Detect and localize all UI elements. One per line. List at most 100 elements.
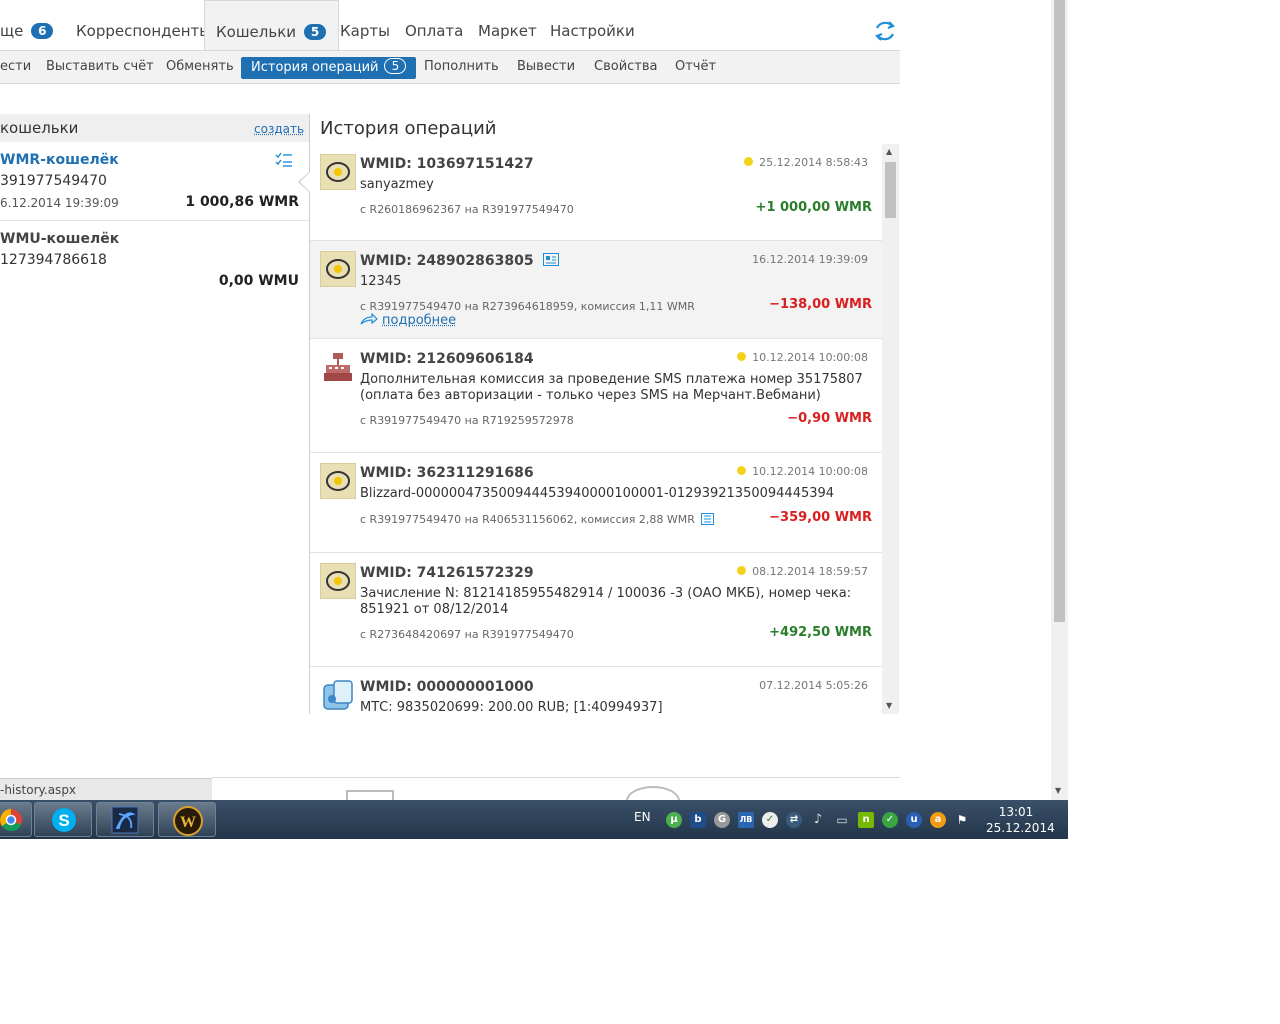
wmid: WMID: 248902863805: [360, 253, 560, 269]
g-tray-icon[interactable]: G: [714, 812, 730, 828]
subnav-exchange[interactable]: Обменять: [166, 51, 234, 83]
wallet-name: WMR-кошелёк: [0, 152, 119, 168]
check-tray-icon[interactable]: ✓: [762, 812, 778, 828]
history-item[interactable]: WMID: 248902863805 16.12.2014 19:39:09 1…: [310, 241, 882, 339]
wallet-name: WMU-кошелёк: [0, 231, 120, 247]
wallet-balance: 1 000,86 WMR: [185, 194, 299, 210]
browser-viewport: ще 6 Корреспонденты Кошельки 5 Карты Оплат…: [0, 0, 1068, 800]
display-tray-icon[interactable]: ▭: [834, 812, 850, 828]
scroll-up-arrow-icon[interactable]: ▲: [886, 147, 892, 156]
footer-divider: [212, 777, 900, 778]
tab-settings[interactable]: Настройки: [550, 0, 635, 50]
wallet-date: 6.12.2014 19:39:09: [0, 196, 119, 210]
u-tray-icon[interactable]: u: [906, 812, 922, 828]
op-route: с R391977549470 на R273964618959, комисс…: [360, 300, 695, 313]
tab-payment[interactable]: Оплата: [405, 0, 463, 50]
history-item[interactable]: WMID: 000000001000 07.12.2014 5:05:26 МТ…: [310, 667, 882, 714]
history-title: История операций: [320, 118, 497, 139]
tab-badge: 5: [304, 24, 327, 40]
tab-market[interactable]: Маркет: [478, 0, 537, 50]
op-amount: −359,00 WMR: [769, 510, 872, 525]
skype-icon: S: [52, 808, 76, 832]
op-route: с R260186962367 на R391977549470: [360, 203, 574, 216]
scroll-down-arrow-icon[interactable]: ▼: [886, 701, 892, 710]
subnav-invoice[interactable]: Выставить счёт: [46, 51, 154, 83]
create-wallet-link[interactable]: создать: [254, 122, 304, 136]
receipt-icon[interactable]: [701, 513, 715, 525]
status-dot: [737, 566, 747, 575]
warcraft-icon: W: [173, 806, 203, 836]
op-description: МТС: 9835020699: 200.00 RUB; [1:40994937…: [360, 700, 663, 714]
history-item[interactable]: WMID: 103697151427 25.12.2014 8:58:43 sa…: [310, 144, 882, 241]
subnav-history[interactable]: История операций 5: [241, 57, 417, 79]
op-amount: +1 000,00 WMR: [755, 200, 872, 215]
op-timestamp: 07.12.2014 5:05:26: [759, 679, 868, 692]
op-description: Blizzard-000000473500944453940000100001-…: [360, 486, 835, 501]
taskbar-chrome[interactable]: [0, 802, 32, 837]
history-scroll-thumb[interactable]: [885, 162, 896, 218]
svg-text:S: S: [58, 811, 69, 830]
mobile-payment-icon: [320, 677, 356, 713]
wallet-item-wmu[interactable]: WMU-кошелёк 127394786618 0,00 WMU: [0, 221, 309, 299]
taskbar-skype[interactable]: S: [34, 802, 92, 837]
wallets-header: кошельки создать: [0, 114, 309, 142]
page-scroll-thumb[interactable]: [1054, 0, 1065, 622]
subnav-badge: 5: [384, 58, 407, 74]
wmid: WMID: 741261572329: [360, 565, 534, 581]
status-dot: [737, 466, 747, 475]
history-scrollbar[interactable]: ▲ ▼: [882, 144, 899, 714]
op-timestamp: 08.12.2014 18:59:57: [737, 565, 868, 578]
history-item[interactable]: WMID: 362311291686 10.12.2014 10:00:08 B…: [310, 453, 882, 553]
tab-badge: 6: [31, 23, 54, 39]
status-dot: [737, 352, 747, 361]
subnav-withdraw[interactable]: Вывести: [517, 51, 575, 83]
contact-card-icon[interactable]: [543, 253, 560, 266]
nvidia-tray-icon[interactable]: n: [858, 812, 874, 828]
taskbar-battlenet[interactable]: [96, 802, 154, 837]
system-clock[interactable]: 13:01 25.12.2014: [986, 804, 1055, 836]
chrome-icon: [0, 809, 22, 831]
webmoney-icon: [320, 463, 356, 499]
history-item[interactable]: WMID: 741261572329 08.12.2014 18:59:57 З…: [310, 553, 882, 667]
status-bar: -history.aspx: [0, 778, 212, 800]
details-link[interactable]: подробнее: [360, 312, 456, 328]
tab-cards[interactable]: Карты: [340, 0, 390, 50]
history-list: WMID: 103697151427 25.12.2014 8:58:43 sa…: [310, 144, 882, 714]
checklist-icon[interactable]: [275, 152, 293, 168]
history-item[interactable]: WMID: 212609606184 10.12.2014 10:00:08 Д…: [310, 339, 882, 453]
page-scroll-down-icon[interactable]: ▼: [1055, 786, 1061, 795]
tab-wallets[interactable]: Кошельки 5: [204, 0, 340, 50]
op-description: Зачисление N: 81214185955482914 / 100036…: [360, 586, 852, 617]
subnav-transfer[interactable]: ести: [0, 51, 31, 83]
page-scrollbar[interactable]: ▼: [1051, 0, 1068, 800]
clock-date: 25.12.2014: [986, 821, 1055, 835]
battlenet-tray-icon[interactable]: b: [690, 812, 706, 828]
op-timestamp: 10.12.2014 10:00:08: [737, 351, 868, 364]
footer-partial-icon: [346, 790, 394, 800]
flag-tray-icon[interactable]: ⚑: [954, 812, 970, 828]
volume-tray-icon[interactable]: ♪: [810, 812, 826, 828]
wmid: WMID: 212609606184: [360, 351, 534, 367]
tab-notifications[interactable]: ще 6: [0, 0, 54, 50]
subnav-topup[interactable]: Пополнить: [424, 51, 499, 83]
wallet-number: 127394786618: [0, 252, 107, 268]
wallet-item-wmr[interactable]: WMR-кошелёк 391977549470 6.12.2014 19:39…: [0, 142, 309, 221]
avast-tray-icon[interactable]: a: [930, 812, 946, 828]
language-indicator[interactable]: EN: [634, 810, 651, 824]
network-tray-icon[interactable]: ⇄: [786, 812, 802, 828]
clock-time: 13:01: [998, 805, 1034, 819]
tab-correspondents[interactable]: Корреспонденты: [76, 0, 211, 50]
battlenet-icon: [111, 806, 139, 834]
op-description: 12345: [360, 274, 402, 289]
op-route: с R391977549470 на R719259572978: [360, 414, 574, 427]
op-description: sanyazmey: [360, 177, 434, 192]
shield-tray-icon[interactable]: ✓: [882, 812, 898, 828]
refresh-icon[interactable]: [872, 18, 898, 44]
op-timestamp: 16.12.2014 19:39:09: [752, 253, 868, 266]
subnav-report[interactable]: Отчёт: [675, 51, 716, 83]
taskbar-warcraft[interactable]: W: [158, 802, 216, 837]
lv-tray-icon[interactable]: ЛВ: [738, 812, 754, 828]
share-arrow-icon: [360, 312, 378, 325]
utorrent-tray-icon[interactable]: µ: [666, 812, 682, 828]
subnav-properties[interactable]: Свойства: [594, 51, 658, 83]
